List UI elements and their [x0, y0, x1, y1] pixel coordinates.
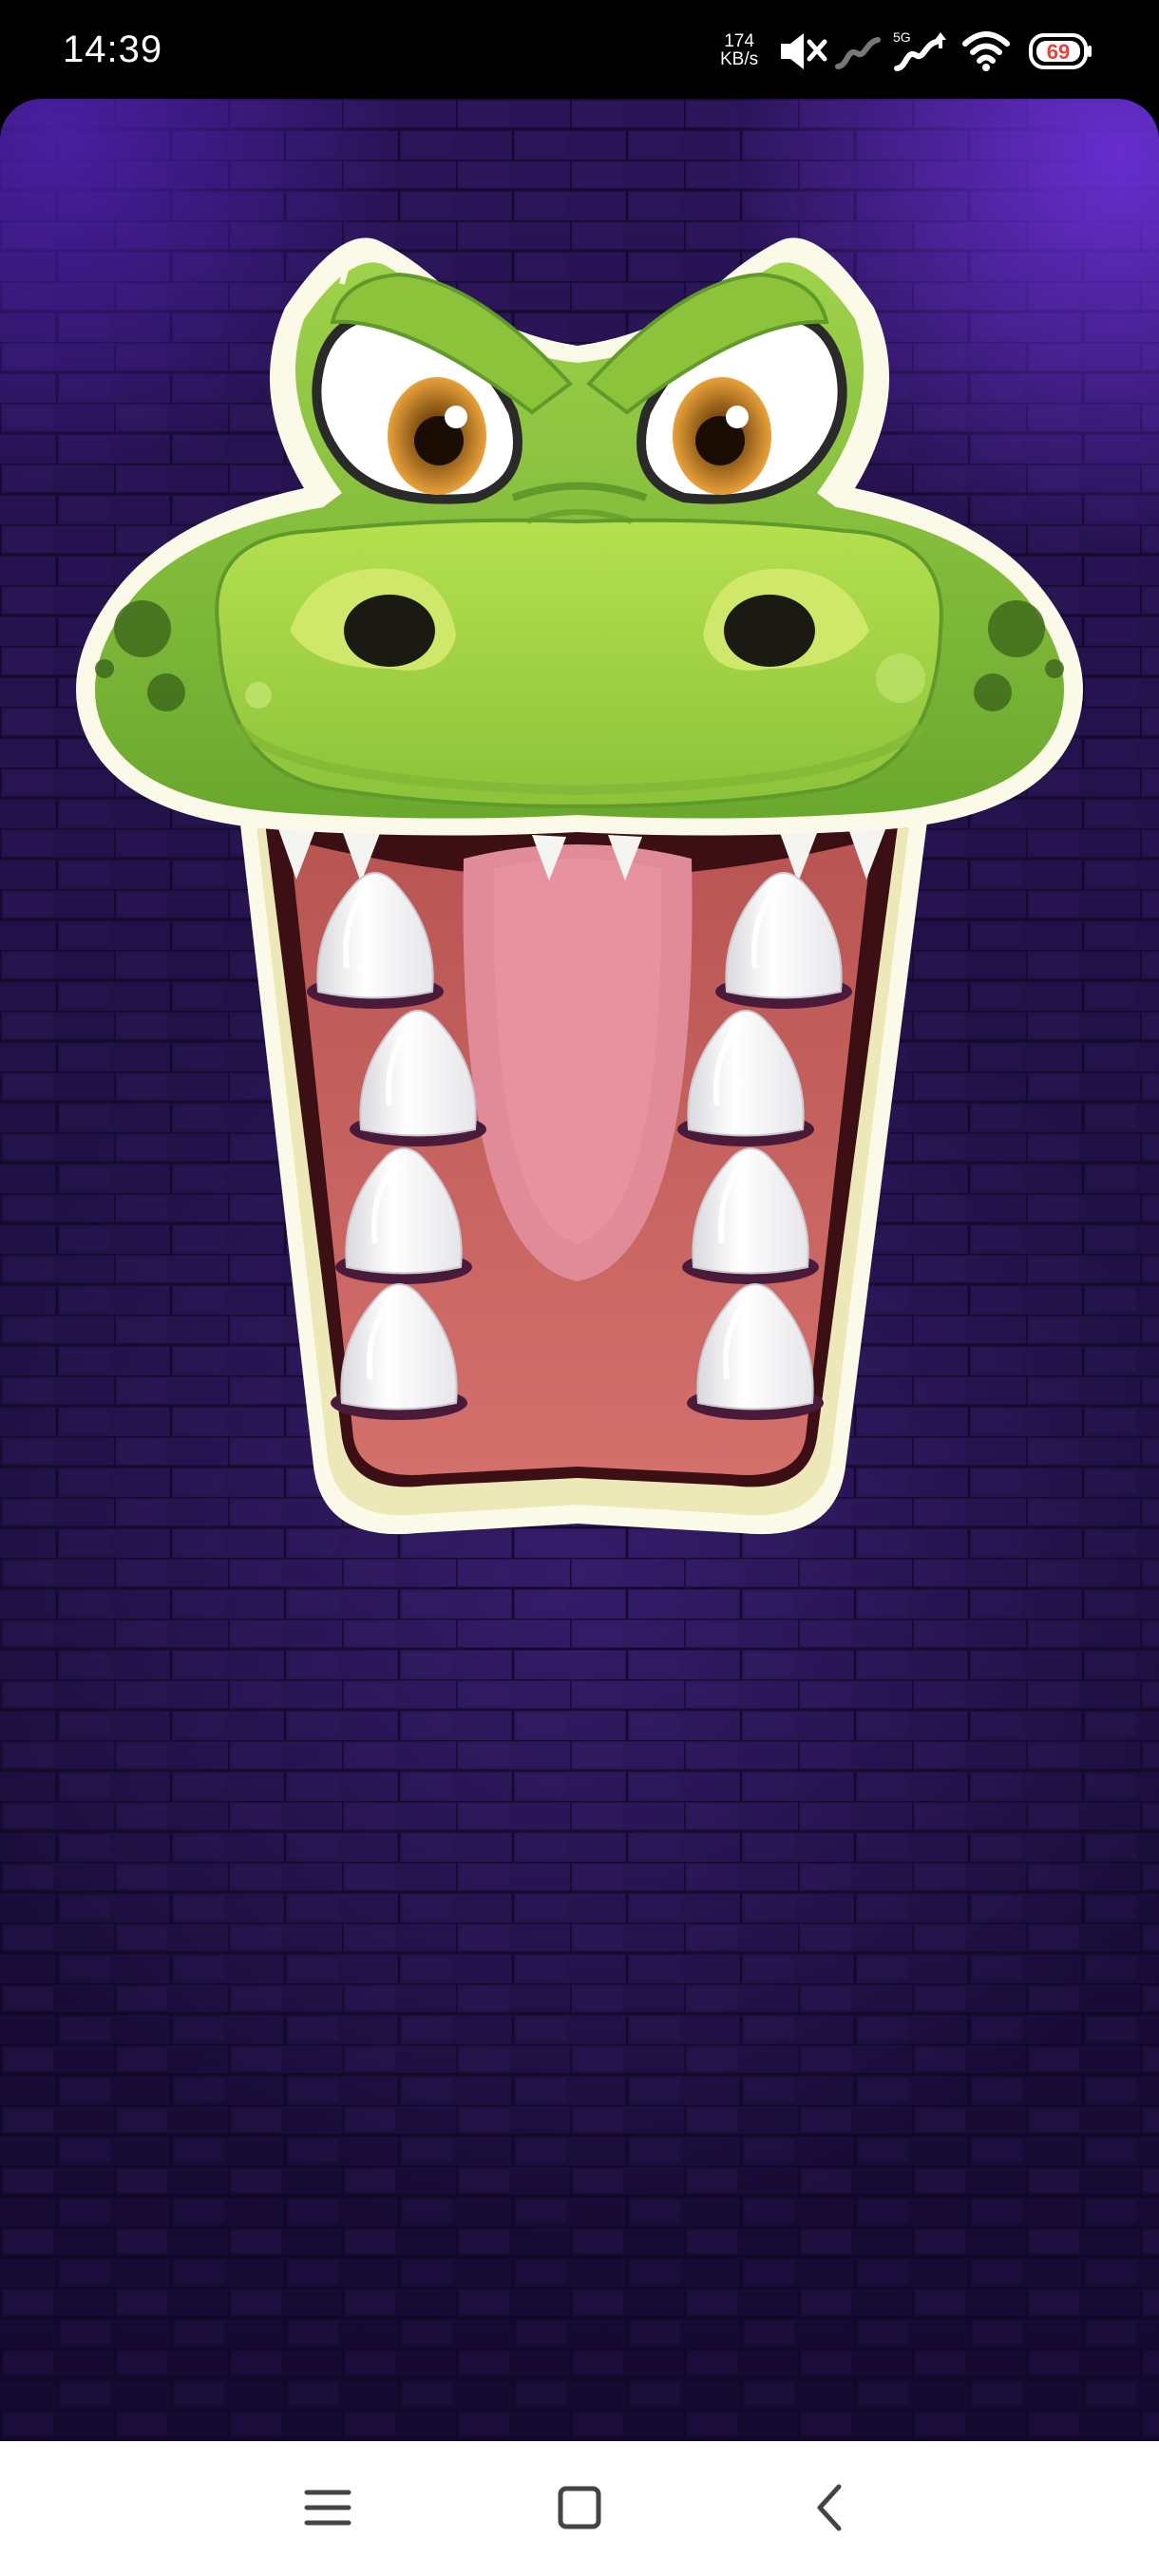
signal-5g-icon: 5G: [893, 29, 946, 71]
back-icon[interactable]: [793, 2470, 869, 2546]
game-area[interactable]: [0, 99, 1159, 2441]
battery-icon: 69: [1029, 33, 1092, 69]
crocodile-head: [76, 237, 1083, 1535]
signal-icon: [835, 37, 881, 69]
navigation-bar: [0, 2441, 1159, 2576]
status-bar: 14:39 174 KB/s 5G 69: [0, 0, 1159, 99]
clock: 14:39: [63, 28, 163, 70]
wifi-icon: [962, 31, 1010, 71]
menu-icon[interactable]: [290, 2470, 366, 2546]
network-speed-value: 174: [724, 31, 754, 51]
home-icon[interactable]: [542, 2470, 618, 2546]
network-speed: 174 KB/s: [720, 32, 758, 68]
network-speed-unit: KB/s: [720, 49, 759, 69]
battery-level: 69: [1047, 40, 1070, 64]
mute-icon: [781, 33, 827, 69]
network-type-label: 5G: [893, 29, 911, 45]
